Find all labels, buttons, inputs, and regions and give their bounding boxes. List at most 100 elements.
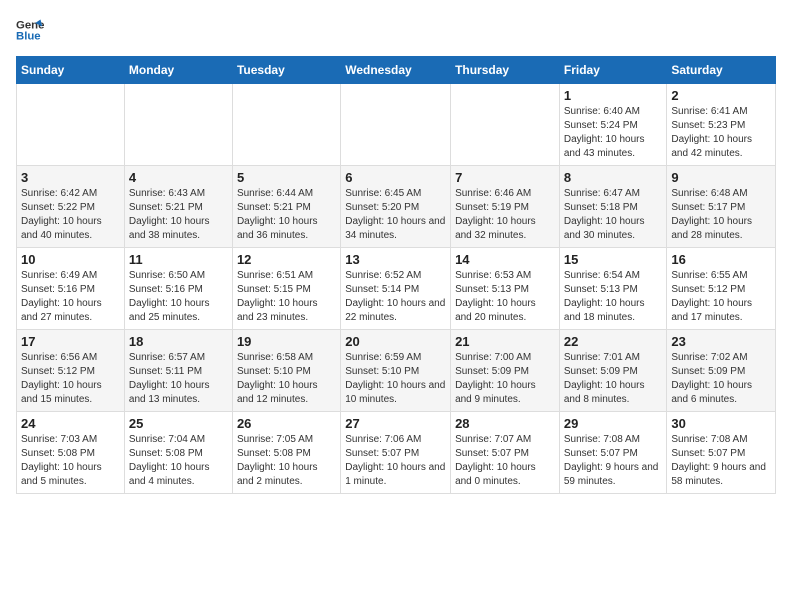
calendar-cell: 17 Sunrise: 6:56 AM Sunset: 5:12 PM Dayli… (17, 330, 125, 412)
day-number: 27 (345, 416, 446, 431)
week-row-2: 3 Sunrise: 6:42 AM Sunset: 5:22 PM Daylig… (17, 166, 776, 248)
day-number: 14 (455, 252, 555, 267)
day-number: 25 (129, 416, 228, 431)
day-number: 1 (564, 88, 663, 103)
calendar-cell: 18 Sunrise: 6:57 AM Sunset: 5:11 PM Dayli… (124, 330, 232, 412)
day-info: Sunrise: 6:44 AM Sunset: 5:21 PM Dayligh… (237, 187, 336, 243)
calendar-cell: 8 Sunrise: 6:47 AM Sunset: 5:18 PM Daylig… (559, 166, 667, 248)
day-number: 15 (564, 252, 663, 267)
calendar-cell: 3 Sunrise: 6:42 AM Sunset: 5:22 PM Daylig… (17, 166, 125, 248)
day-number: 29 (564, 416, 663, 431)
calendar-cell (451, 84, 560, 166)
day-number: 7 (455, 170, 555, 185)
day-number: 2 (671, 88, 771, 103)
week-row-1: 1 Sunrise: 6:40 AM Sunset: 5:24 PM Daylig… (17, 84, 776, 166)
week-row-3: 10 Sunrise: 6:49 AM Sunset: 5:16 PM Dayli… (17, 248, 776, 330)
day-number: 18 (129, 334, 228, 349)
svg-text:Blue: Blue (16, 31, 41, 43)
calendar-cell: 22Sunrise: 7:01 AM Sunset: 5:09 PM Dayli… (559, 330, 667, 412)
day-info: Sunrise: 6:49 AM Sunset: 5:16 PM Dayligh… (21, 269, 120, 325)
day-number: 30 (671, 416, 771, 431)
day-info: Sunrise: 7:00 AM Sunset: 5:09 PM Dayligh… (455, 351, 555, 407)
logo: General Blue (16, 16, 44, 44)
day-info: Sunrise: 7:03 AM Sunset: 5:08 PM Dayligh… (21, 433, 120, 489)
day-number: 6 (345, 170, 446, 185)
day-info: Sunrise: 6:47 AM Sunset: 5:18 PM Dayligh… (564, 187, 663, 243)
day-number: 26 (237, 416, 336, 431)
calendar-cell: 13 Sunrise: 6:52 AM Sunset: 5:14 PM Dayli… (341, 248, 451, 330)
day-info: Sunrise: 7:07 AM Sunset: 5:07 PM Dayligh… (455, 433, 555, 489)
calendar-cell: 25 Sunrise: 7:04 AM Sunset: 5:08 PM Dayli… (124, 412, 232, 494)
day-info: Sunrise: 6:52 AM Sunset: 5:14 PM Dayligh… (345, 269, 446, 325)
calendar-cell: 27 Sunrise: 7:06 AM Sunset: 5:07 PM Dayli… (341, 412, 451, 494)
day-info: Sunrise: 7:06 AM Sunset: 5:07 PM Dayligh… (345, 433, 446, 489)
calendar-cell: 19 Sunrise: 6:58 AM Sunset: 5:10 PM Dayli… (232, 330, 340, 412)
calendar-cell (232, 84, 340, 166)
day-number: 17 (21, 334, 120, 349)
day-number: 28 (455, 416, 555, 431)
day-info: Sunrise: 6:51 AM Sunset: 5:15 PM Dayligh… (237, 269, 336, 325)
day-info: Sunrise: 6:48 AM Sunset: 5:17 PM Dayligh… (671, 187, 771, 243)
day-number: 13 (345, 252, 446, 267)
calendar-cell: 30 Sunrise: 7:08 AM Sunset: 5:07 PM Dayli… (667, 412, 776, 494)
calendar-cell: 12Sunrise: 6:51 AM Sunset: 5:15 PM Dayli… (232, 248, 340, 330)
calendar-table: SundayMondayTuesdayWednesdayThursdayFrid… (16, 56, 776, 494)
logo-icon: General Blue (16, 16, 44, 44)
day-info: Sunrise: 7:08 AM Sunset: 5:07 PM Dayligh… (671, 433, 771, 489)
header-day-saturday: Saturday (667, 57, 776, 84)
calendar-cell (124, 84, 232, 166)
day-number: 8 (564, 170, 663, 185)
day-number: 5 (237, 170, 336, 185)
day-number: 3 (21, 170, 120, 185)
calendar-cell: 2 Sunrise: 6:41 AM Sunset: 5:23 PM Daylig… (667, 84, 776, 166)
calendar-cell: 28 Sunrise: 7:07 AM Sunset: 5:07 PM Dayli… (451, 412, 560, 494)
header-day-wednesday: Wednesday (341, 57, 451, 84)
day-info: Sunrise: 6:42 AM Sunset: 5:22 PM Dayligh… (21, 187, 120, 243)
day-number: 24 (21, 416, 120, 431)
week-row-5: 24 Sunrise: 7:03 AM Sunset: 5:08 PM Dayli… (17, 412, 776, 494)
day-info: Sunrise: 6:40 AM Sunset: 5:24 PM Dayligh… (564, 105, 663, 161)
calendar-cell (17, 84, 125, 166)
calendar-cell: 24 Sunrise: 7:03 AM Sunset: 5:08 PM Dayli… (17, 412, 125, 494)
day-number: 16 (671, 252, 771, 267)
calendar-cell: 1 Sunrise: 6:40 AM Sunset: 5:24 PM Daylig… (559, 84, 667, 166)
day-info: Sunrise: 6:50 AM Sunset: 5:16 PM Dayligh… (129, 269, 228, 325)
day-info: Sunrise: 6:58 AM Sunset: 5:10 PM Dayligh… (237, 351, 336, 407)
calendar-header: SundayMondayTuesdayWednesdayThursdayFrid… (17, 57, 776, 84)
day-info: Sunrise: 6:57 AM Sunset: 5:11 PM Dayligh… (129, 351, 228, 407)
calendar-cell: 5 Sunrise: 6:44 AM Sunset: 5:21 PM Daylig… (232, 166, 340, 248)
calendar-cell: 9 Sunrise: 6:48 AM Sunset: 5:17 PM Daylig… (667, 166, 776, 248)
day-info: Sunrise: 6:56 AM Sunset: 5:12 PM Dayligh… (21, 351, 120, 407)
header-day-thursday: Thursday (451, 57, 560, 84)
day-number: 23 (671, 334, 771, 349)
calendar-cell: 7 Sunrise: 6:46 AM Sunset: 5:19 PM Daylig… (451, 166, 560, 248)
header-day-tuesday: Tuesday (232, 57, 340, 84)
calendar-cell: 4Sunrise: 6:43 AM Sunset: 5:21 PM Daylig… (124, 166, 232, 248)
day-info: Sunrise: 7:05 AM Sunset: 5:08 PM Dayligh… (237, 433, 336, 489)
day-info: Sunrise: 7:08 AM Sunset: 5:07 PM Dayligh… (564, 433, 663, 489)
calendar-body: 1 Sunrise: 6:40 AM Sunset: 5:24 PM Daylig… (17, 84, 776, 494)
calendar-cell: 14Sunrise: 6:53 AM Sunset: 5:13 PM Dayli… (451, 248, 560, 330)
day-info: Sunrise: 6:45 AM Sunset: 5:20 PM Dayligh… (345, 187, 446, 243)
day-number: 10 (21, 252, 120, 267)
header-row: SundayMondayTuesdayWednesdayThursdayFrid… (17, 57, 776, 84)
calendar-cell (341, 84, 451, 166)
day-number: 9 (671, 170, 771, 185)
day-info: Sunrise: 7:02 AM Sunset: 5:09 PM Dayligh… (671, 351, 771, 407)
header-day-monday: Monday (124, 57, 232, 84)
calendar-cell: 29 Sunrise: 7:08 AM Sunset: 5:07 PM Dayli… (559, 412, 667, 494)
day-number: 21 (455, 334, 555, 349)
day-number: 22 (564, 334, 663, 349)
day-info: Sunrise: 6:41 AM Sunset: 5:23 PM Dayligh… (671, 105, 771, 161)
day-number: 20 (345, 334, 446, 349)
calendar-cell: 16 Sunrise: 6:55 AM Sunset: 5:12 PM Dayli… (667, 248, 776, 330)
day-number: 11 (129, 252, 228, 267)
calendar-cell: 11 Sunrise: 6:50 AM Sunset: 5:16 PM Dayli… (124, 248, 232, 330)
day-info: Sunrise: 7:04 AM Sunset: 5:08 PM Dayligh… (129, 433, 228, 489)
day-info: Sunrise: 6:46 AM Sunset: 5:19 PM Dayligh… (455, 187, 555, 243)
day-number: 4 (129, 170, 228, 185)
header-day-sunday: Sunday (17, 57, 125, 84)
calendar-cell: 23 Sunrise: 7:02 AM Sunset: 5:09 PM Dayli… (667, 330, 776, 412)
day-number: 19 (237, 334, 336, 349)
day-info: Sunrise: 6:55 AM Sunset: 5:12 PM Dayligh… (671, 269, 771, 325)
